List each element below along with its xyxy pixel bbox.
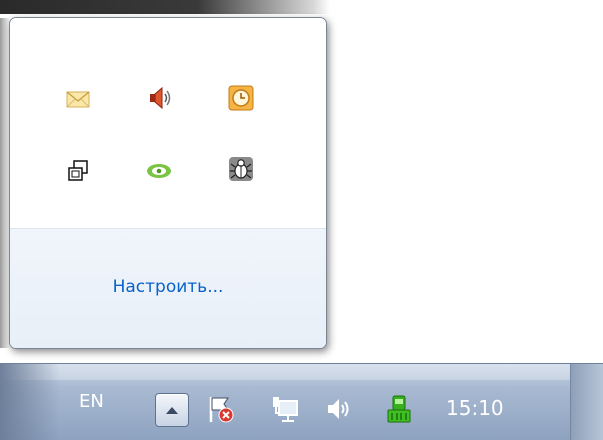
bug-icon[interactable] bbox=[226, 154, 256, 184]
tray-overflow-popup: Настроить... bbox=[9, 17, 327, 349]
nvidia-icon[interactable] bbox=[144, 156, 174, 186]
clock-time[interactable]: 15:10 bbox=[446, 396, 504, 420]
volume-icon[interactable] bbox=[324, 393, 354, 425]
network-icon[interactable] bbox=[270, 393, 300, 425]
triangle-up-icon bbox=[166, 407, 178, 414]
show-hidden-icons-button[interactable] bbox=[155, 393, 189, 427]
action-center-flag-icon[interactable] bbox=[206, 393, 236, 425]
tray-overflow-icons-area bbox=[10, 18, 326, 228]
customize-area: Настроить... bbox=[10, 228, 326, 348]
tray-overflow-icon-grid bbox=[60, 73, 290, 213]
clock-app-icon[interactable] bbox=[226, 83, 256, 113]
show-desktop-button[interactable] bbox=[570, 364, 603, 440]
green-app-icon[interactable] bbox=[384, 393, 414, 425]
background-window-edge bbox=[0, 0, 330, 14]
taskbar: EN 15:10 bbox=[0, 363, 603, 440]
speaker-muted-icon[interactable] bbox=[144, 83, 174, 113]
mail-icon[interactable] bbox=[64, 85, 94, 115]
windows-overlap-icon[interactable] bbox=[64, 156, 94, 186]
taskbar-left-fade bbox=[0, 364, 60, 440]
customize-link[interactable]: Настроить... bbox=[10, 277, 326, 297]
taskbar-gloss bbox=[0, 364, 603, 380]
language-indicator[interactable]: EN bbox=[79, 391, 104, 412]
